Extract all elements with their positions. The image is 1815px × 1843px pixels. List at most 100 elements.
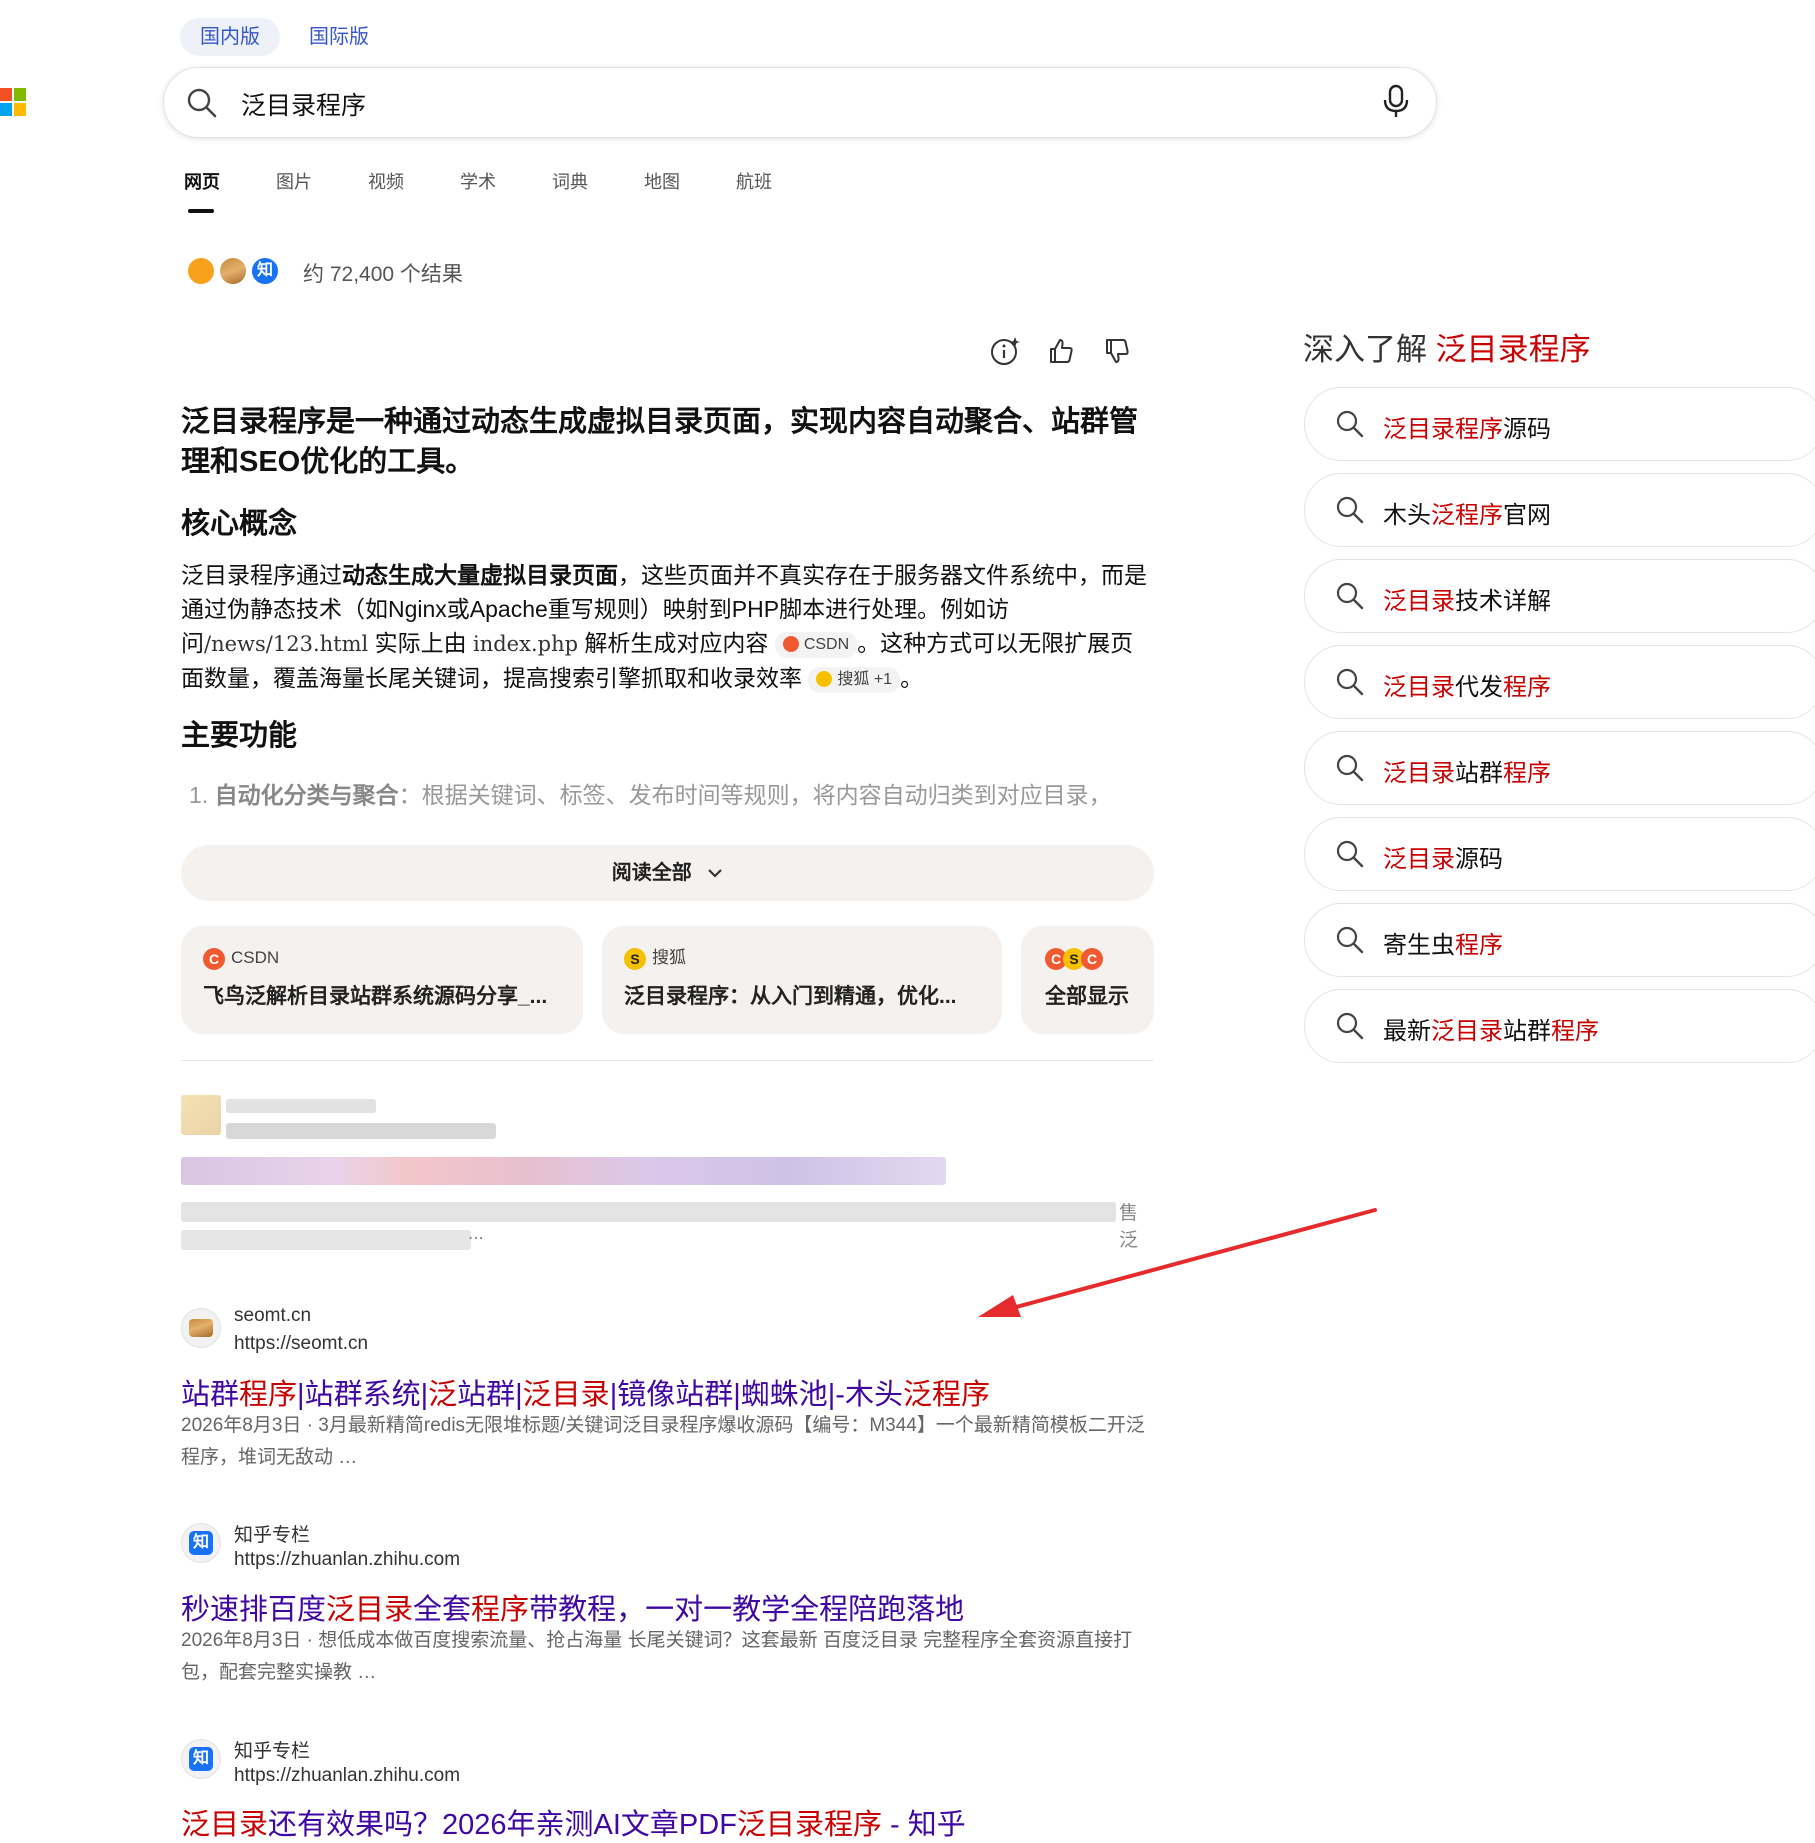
result-favicon[interactable]: 知 — [181, 1739, 221, 1779]
text-part: 泛目录 — [1383, 588, 1455, 615]
source-logos: CSC — [1045, 946, 1154, 970]
search-icon — [1336, 840, 1364, 868]
related-search-item[interactable]: 泛目录代发程序 — [1304, 645, 1815, 719]
text-part: 站群 — [1455, 760, 1503, 787]
result-title-link[interactable]: 站群程序|站群系统|泛站群|泛目录|镜像站群|蜘蛛池|-木头泛程序 — [181, 1371, 990, 1413]
thumbs-up-icon[interactable] — [1044, 334, 1078, 368]
ai-info-icon[interactable] — [988, 334, 1022, 368]
csdn-icon — [782, 635, 799, 652]
title-part: 全套 — [413, 1594, 472, 1626]
search-icon — [1336, 926, 1364, 954]
text-part: 泛目录 — [1431, 1018, 1503, 1045]
chevron-down-icon — [708, 869, 723, 878]
read-all-button[interactable]: 阅读全部 — [181, 845, 1154, 901]
result-snippet: 2026年8月3日 · 想低成本做百度搜索流量、抢占海量 长尾关键词？这套最新 … — [181, 1630, 1133, 1683]
text-part: 程序 — [1503, 760, 1551, 787]
section-heading-core-concept: 核心概念 — [181, 508, 298, 540]
related-search-item[interactable]: 寄生虫程序 — [1304, 903, 1815, 977]
csdn-icon: C — [203, 947, 225, 970]
result-title-link[interactable]: 泛目录还有效果吗？2026年亲测AI文章PDF泛目录程序 - 知乎 — [181, 1801, 966, 1843]
heading-highlight: 泛目录程序 — [1435, 332, 1591, 367]
related-search-text: 寄生虫程序 — [1383, 925, 1503, 960]
search-icon[interactable] — [186, 87, 218, 119]
tab-images[interactable]: 图片 — [276, 168, 312, 194]
tab-flights[interactable]: 航班 — [736, 168, 772, 194]
source-card-title: 飞鸟泛解析目录站群系统源码分享_... — [203, 985, 548, 1008]
source-card-csdn[interactable]: C CSDN 飞鸟泛解析目录站群系统源码分享_... — [181, 926, 583, 1034]
source-card-site: S 搜狐 — [624, 946, 1002, 970]
related-search-item[interactable]: 泛目录源码 — [1304, 817, 1815, 891]
search-input[interactable] — [239, 84, 1243, 124]
blurred-snippet-line — [181, 1230, 471, 1250]
related-search-text: 泛目录程序源码 — [1383, 409, 1551, 444]
related-search-text: 泛目录代发程序 — [1383, 667, 1551, 702]
tab-academic[interactable]: 学术 — [460, 168, 496, 194]
text-part: 程序 — [1503, 674, 1551, 701]
title-part: 秒速排百度 — [181, 1594, 327, 1626]
related-search-item[interactable]: 泛目录站群程序 — [1304, 731, 1815, 805]
zhihu-icon: 知 — [189, 1747, 213, 1771]
code-file: index.php — [473, 632, 579, 656]
title-part: |镜像站群|蜘蛛池|-木头 — [609, 1379, 903, 1411]
title-part: - 知乎 — [881, 1809, 966, 1841]
text-part: 源码 — [1503, 416, 1551, 443]
result-site-name[interactable]: 知乎专栏 — [234, 1736, 310, 1763]
text-part: 源码 — [1455, 846, 1503, 873]
tab-dictionary[interactable]: 词典 — [552, 168, 588, 194]
title-part: 泛程序 — [902, 1379, 990, 1411]
related-search-text: 泛目录技术详解 — [1383, 581, 1551, 616]
tab-web[interactable]: 网页 — [184, 168, 220, 194]
citation-sohu[interactable]: 搜狐 +1 — [808, 666, 901, 693]
result-snippet-text: 3月最新精简redis无限堆标题/关键词泛目录程序爆收源码【编号：M344】一个… — [181, 1415, 1145, 1468]
result-favicon[interactable] — [181, 1308, 221, 1348]
title-part: 程序 — [239, 1379, 298, 1411]
market-tab-international[interactable]: 国际版 — [289, 18, 389, 56]
blurred-favicon — [181, 1095, 221, 1135]
result-site-name[interactable]: 知乎专栏 — [234, 1520, 310, 1547]
search-icon — [1336, 582, 1364, 610]
related-search-text: 泛目录站群程序 — [1383, 753, 1551, 788]
text-part: 泛程序 — [1431, 502, 1503, 529]
zhihu-icon: 知 — [189, 1531, 213, 1555]
result-url[interactable]: https://zhuanlan.zhihu.com — [234, 1549, 460, 1571]
related-search-text: 最新泛目录站群程序 — [1383, 1011, 1599, 1046]
source-avatar-wood — [218, 256, 248, 286]
show-all-sources-button[interactable]: CSC 全部显示 — [1021, 926, 1154, 1034]
title-part: 泛目录 — [326, 1594, 414, 1626]
search-icon — [1336, 754, 1364, 782]
thumbs-down-icon[interactable] — [1100, 334, 1134, 368]
result-title-link[interactable]: 秒速排百度泛目录全套程序带教程，一对一教学全程陪跑落地 — [181, 1586, 964, 1628]
market-tab-domestic[interactable]: 国内版 — [180, 18, 280, 56]
title-part: 还有效果吗？2026年亲测AI文章PDF — [268, 1809, 737, 1841]
text-part: 寄生虫 — [1383, 932, 1455, 959]
para-text: 。 — [900, 665, 924, 691]
list-item-text: ：根据关键词、标签、发布时间等规则，将内容自动归类到对应目录， — [398, 782, 1112, 808]
source-card-site: C CSDN — [203, 946, 583, 970]
related-search-item[interactable]: 木头泛程序官网 — [1304, 473, 1815, 547]
result-url[interactable]: https://zhuanlan.zhihu.com — [234, 1765, 460, 1787]
related-search-item[interactable]: 泛目录程序源码 — [1304, 387, 1815, 461]
related-search-item[interactable]: 泛目录技术详解 — [1304, 559, 1815, 633]
related-search-item[interactable]: 最新泛目录站群程序 — [1304, 989, 1815, 1063]
para-text: 泛目录程序通过 — [181, 562, 342, 588]
title-part: 泛目录 — [522, 1379, 610, 1411]
text-part: 泛目录 — [1383, 760, 1455, 787]
divider — [181, 1060, 1154, 1061]
search-icon — [1336, 410, 1364, 438]
active-tab-indicator — [188, 209, 214, 213]
source-avatar-zhihu-icon: 知 — [250, 256, 280, 286]
result-site-name[interactable]: seomt.cn — [234, 1305, 311, 1327]
microsoft-logo[interactable] — [0, 88, 26, 116]
tab-videos[interactable]: 视频 — [368, 168, 404, 194]
microphone-icon[interactable] — [1382, 84, 1410, 120]
citation-csdn[interactable]: CSDN — [774, 631, 858, 658]
result-favicon[interactable]: 知 — [181, 1523, 221, 1563]
source-card-sohu[interactable]: S 搜狐 泛目录程序：从入门到精通，优化... — [602, 926, 1002, 1034]
read-all-label: 阅读全部 — [611, 862, 692, 884]
text-part: 程序 — [1455, 932, 1503, 959]
blurred-title — [181, 1157, 946, 1185]
tab-maps[interactable]: 地图 — [644, 168, 680, 194]
result-url[interactable]: https://seomt.cn — [234, 1333, 368, 1355]
search-icon — [1336, 1012, 1364, 1040]
text-part: 木头 — [1383, 502, 1431, 529]
